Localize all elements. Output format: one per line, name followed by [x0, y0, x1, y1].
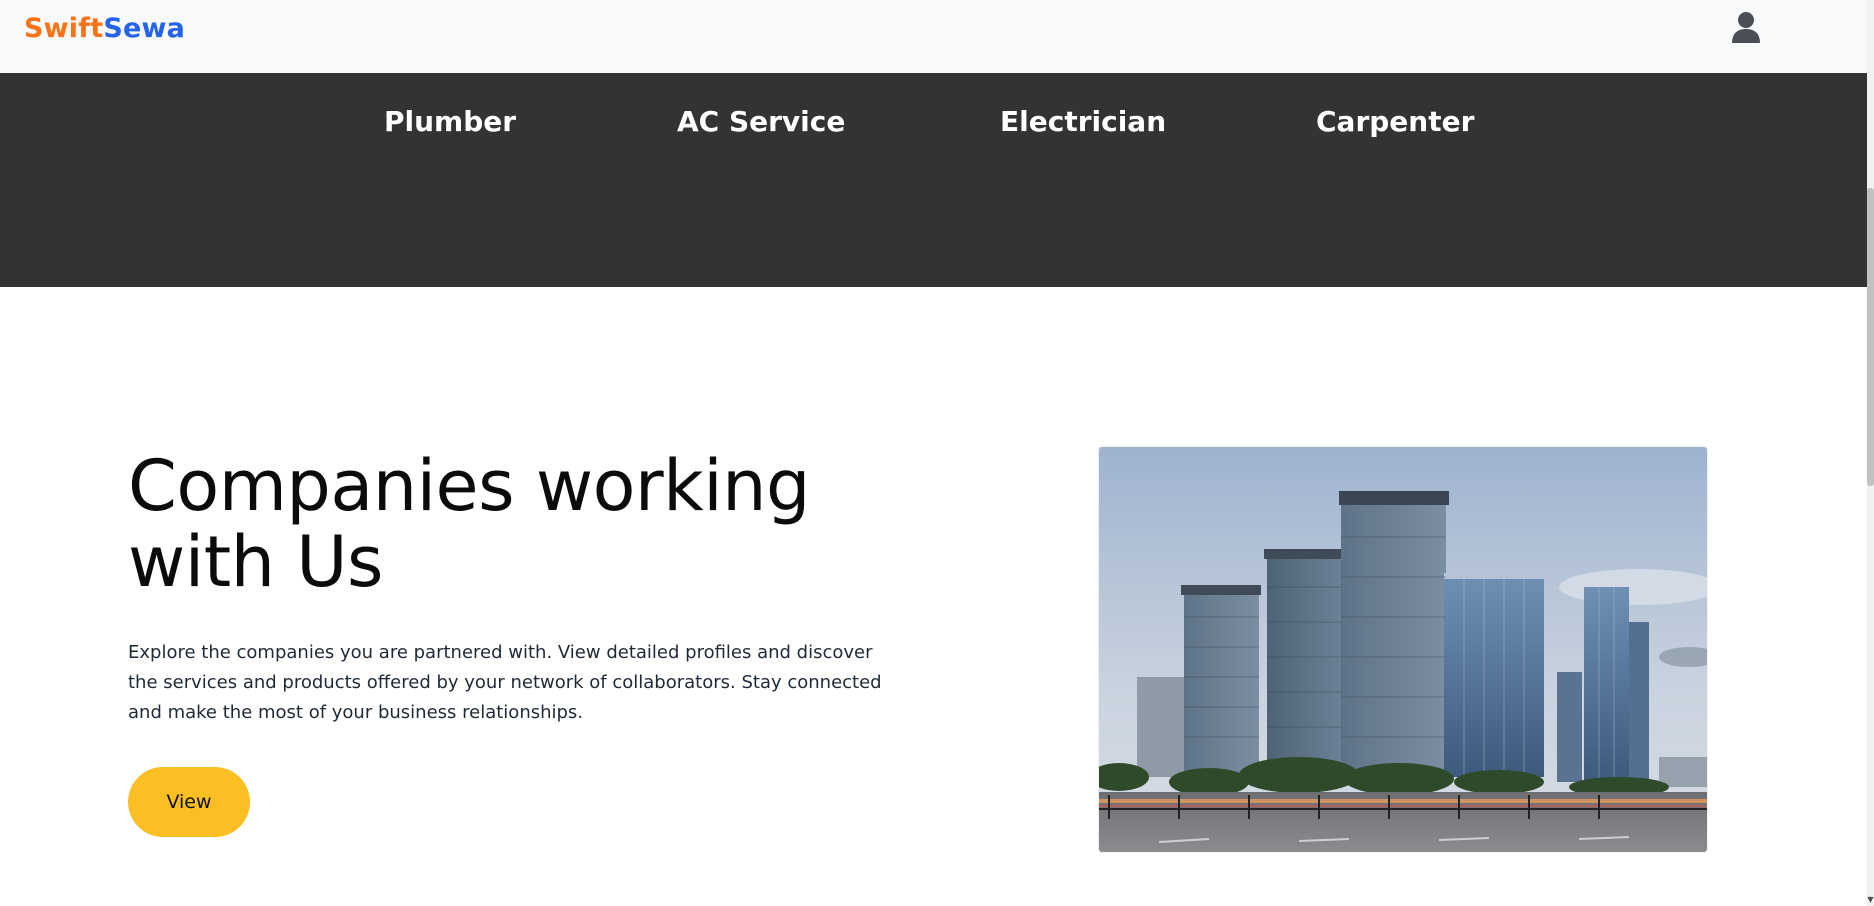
top-header: SwiftSewa — [0, 0, 1867, 73]
service-link-ac-service[interactable]: AC Service — [677, 105, 845, 138]
view-button[interactable]: View — [128, 767, 250, 837]
page: SwiftSewa Plumber AC Service Electrician… — [0, 0, 1874, 906]
scrollbar-thumb[interactable] — [1867, 188, 1874, 486]
scroll-down-arrow-icon[interactable]: ▼ — [1867, 894, 1874, 906]
vertical-scrollbar[interactable]: ▼ — [1867, 0, 1874, 906]
hero-description: Explore the companies you are partnered … — [128, 642, 882, 723]
service-link-plumber[interactable]: Plumber — [384, 105, 516, 138]
services-nav: Plumber AC Service Electrician Carpenter — [0, 105, 1867, 145]
user-icon — [1732, 11, 1760, 43]
city-skyline-image — [1099, 447, 1707, 852]
brand-part-sewa: Sewa — [103, 13, 186, 44]
brand-part-swift: Swift — [24, 13, 104, 44]
service-link-carpenter[interactable]: Carpenter — [1316, 105, 1474, 138]
user-account-button[interactable] — [1729, 10, 1763, 44]
hero-title: Companies working with Us — [128, 445, 810, 603]
brand-logo[interactable]: SwiftSewa — [24, 13, 185, 44]
service-link-electrician[interactable]: Electrician — [1000, 105, 1166, 138]
services-nav-band: Plumber AC Service Electrician Carpenter — [0, 73, 1867, 287]
